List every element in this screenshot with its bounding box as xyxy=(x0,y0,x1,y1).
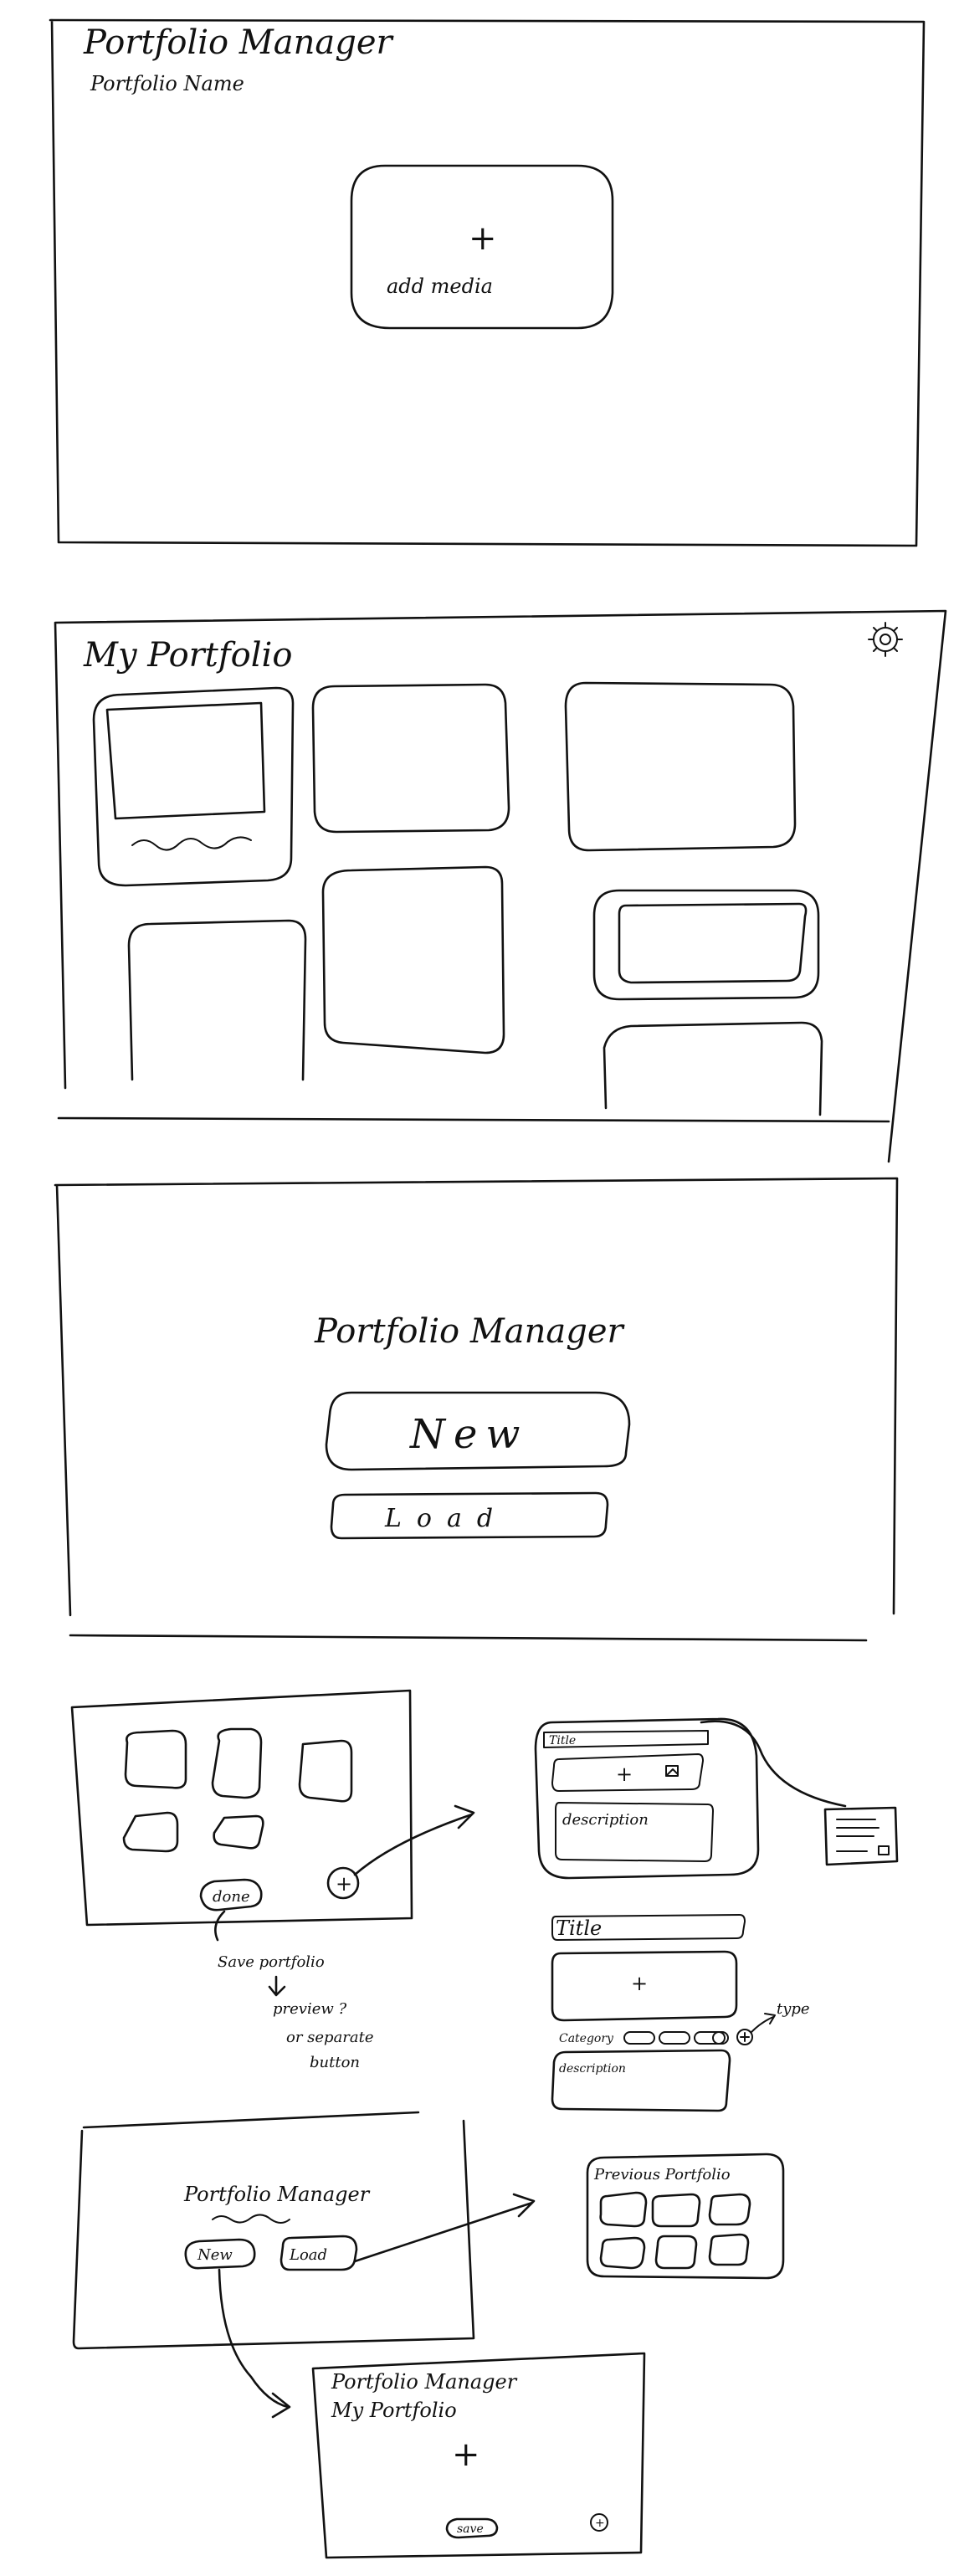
save-note-line: button xyxy=(310,2054,360,2071)
portfolio-tile[interactable] xyxy=(321,865,505,1055)
frame1-subtitle: Portfolio Name xyxy=(90,72,244,95)
frame4-title: Portfolio Manager xyxy=(331,2370,518,2394)
frame1-title: Portfolio Manager xyxy=(83,23,395,62)
thumb-tile xyxy=(211,1727,263,1799)
media-plus: + xyxy=(616,1763,633,1786)
previous-portfolio-panel: Previous Portfolio xyxy=(586,2153,785,2280)
frame-new-portfolio: Portfolio Manager My Portfolio + save + xyxy=(311,2352,646,2559)
portfolio-thumb[interactable] xyxy=(708,2193,751,2226)
category-chip[interactable] xyxy=(659,2031,690,2045)
frame4-subtitle: My Portfolio xyxy=(331,2399,457,2422)
thumb-tile xyxy=(122,1811,179,1853)
add-media-card[interactable]: + add media xyxy=(350,164,614,330)
arrow-icon xyxy=(268,1975,286,1997)
add-media-label: add media xyxy=(387,275,493,298)
preview-title: Previous Portfolio xyxy=(593,2166,731,2183)
new-button-label: New xyxy=(409,1411,529,1458)
frame-my-portfolio: My Portfolio xyxy=(54,609,947,1163)
portfolio-thumb[interactable] xyxy=(651,2193,701,2228)
save-note-line: Save portfolio xyxy=(218,1953,325,1971)
flow-editor-frame: done + Save portfolio preview ? or separ… xyxy=(70,1689,475,2071)
portfolio-tile[interactable] xyxy=(592,889,820,1001)
portfolio-tile[interactable] xyxy=(311,683,510,834)
save-note-line: or separate xyxy=(286,2029,374,2046)
arrow-icon xyxy=(353,1804,475,1876)
load-button[interactable]: Load xyxy=(330,1491,609,1540)
category-chip[interactable] xyxy=(623,2031,655,2045)
portfolio-tile[interactable] xyxy=(127,919,307,1081)
image-icon xyxy=(665,1765,679,1777)
category-label: Category xyxy=(559,2032,614,2045)
title-input-label: Title xyxy=(556,1917,602,1940)
add-category-button[interactable] xyxy=(736,2029,753,2045)
description-input[interactable] xyxy=(551,2049,731,2112)
category-chip[interactable] xyxy=(694,2031,726,2045)
arrow-icon xyxy=(700,1720,847,1808)
save-button-label: save xyxy=(457,2522,484,2536)
frame2-title: My Portfolio xyxy=(83,636,292,675)
arrow-icon xyxy=(353,2193,536,2263)
add-media-plus: + xyxy=(469,219,497,258)
wireframe-sketch: Portfolio Manager Portfolio Name + add m… xyxy=(49,18,947,2559)
portfolio-thumb[interactable] xyxy=(599,2236,646,2270)
frame-start-screen: Portfolio Manager New Load xyxy=(54,1177,899,1642)
load-button-label: Load xyxy=(384,1504,508,1533)
save-button[interactable]: save xyxy=(445,2517,499,2539)
portfolio-thumb[interactable] xyxy=(654,2235,698,2270)
add-media-dialog: Title + description xyxy=(534,1717,899,1880)
load-button[interactable]: Load xyxy=(279,2235,358,2271)
description-label: description xyxy=(559,2062,626,2076)
add-media-dialog-category: Title + Category type description xyxy=(551,1914,810,2112)
portfolio-tile[interactable] xyxy=(92,686,295,887)
flow2-title: Portfolio Manager xyxy=(183,2183,371,2206)
media-plus: + xyxy=(631,1972,648,1995)
gear-icon[interactable] xyxy=(868,622,903,657)
save-note-line: preview ? xyxy=(273,2000,346,2018)
done-button[interactable]: done xyxy=(199,1878,263,1911)
thumb-tile xyxy=(213,1814,264,1850)
portfolio-tile[interactable] xyxy=(564,681,797,852)
document-icon xyxy=(823,1806,899,1866)
frame4-add-plus[interactable]: + xyxy=(452,2435,480,2474)
frame3-title: Portfolio Manager xyxy=(314,1312,626,1351)
new-button[interactable]: New xyxy=(325,1391,631,1471)
frame-portfolio-name: Portfolio Manager Portfolio Name + add m… xyxy=(49,18,926,547)
thumb-tile xyxy=(124,1729,187,1789)
title-input-label: Title xyxy=(549,1734,576,1747)
arrow-icon xyxy=(751,2013,776,2033)
portfolio-tile[interactable] xyxy=(603,1021,823,1116)
add-circle-plus: + xyxy=(595,2517,605,2530)
add-circle-button[interactable]: + xyxy=(590,2513,608,2532)
portfolio-thumb[interactable] xyxy=(708,2233,750,2266)
arrow-icon xyxy=(214,1910,226,1942)
description-label: description xyxy=(562,1811,649,1829)
type-note: type xyxy=(777,2000,810,2018)
load-button-label: Load xyxy=(289,2246,327,2264)
add-media-circle-button[interactable]: + xyxy=(326,1866,360,1900)
category-chip[interactable] xyxy=(712,2031,729,2045)
new-button-label: New xyxy=(197,2246,233,2264)
thumb-tile xyxy=(298,1739,353,1803)
new-button[interactable]: New xyxy=(184,2238,256,2270)
portfolio-thumb[interactable] xyxy=(599,2191,648,2228)
done-button-label: done xyxy=(213,1888,250,1906)
add-circle-plus: + xyxy=(336,1872,352,1896)
